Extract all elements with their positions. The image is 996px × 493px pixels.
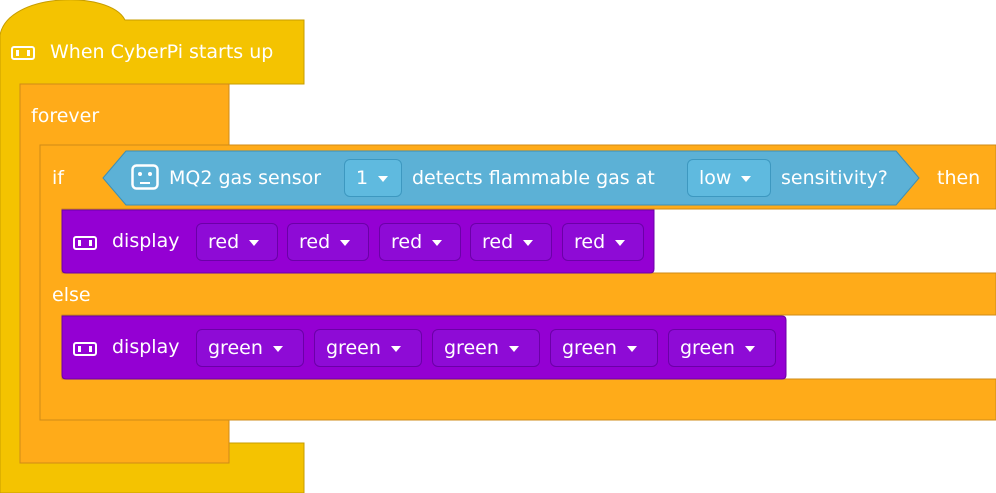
cyberpi-led-icon	[73, 235, 97, 250]
cyberpi-led-icon	[73, 341, 97, 356]
cyberpi-led-icon	[11, 45, 35, 60]
dropdown-arrow-icon	[272, 346, 283, 352]
port-value: 1	[356, 167, 369, 189]
red-dropdown-3[interactable]: red	[379, 223, 461, 261]
green-dropdown-1[interactable]: green	[196, 329, 304, 367]
green-dropdown-3[interactable]: green	[432, 329, 540, 367]
display-green-label: display	[112, 336, 180, 358]
dropdown-arrow-icon	[390, 346, 401, 352]
hat-label: When CyberPi starts up	[50, 41, 274, 63]
display-red-label: display	[112, 230, 180, 252]
red-dropdown-4[interactable]: red	[470, 223, 552, 261]
condition-prefix: MQ2 gas sensor	[169, 167, 322, 189]
else-label: else	[52, 284, 91, 306]
forever-label: forever	[31, 105, 100, 127]
if-label: if	[52, 167, 64, 189]
dropdown-arrow-icon	[508, 346, 519, 352]
dropdown-arrow-icon	[626, 346, 637, 352]
dropdown-arrow-icon	[615, 240, 626, 246]
red-dropdown-2[interactable]: red	[287, 223, 369, 261]
green-dropdown-5[interactable]: green	[668, 329, 776, 367]
green-dropdown-2[interactable]: green	[314, 329, 422, 367]
dropdown-arrow-icon	[378, 176, 389, 182]
red-dropdown-5[interactable]: red	[562, 223, 644, 261]
dropdown-arrow-icon	[340, 240, 351, 246]
red-dropdown-1[interactable]: red	[196, 223, 278, 261]
sensitivity-dropdown[interactable]: low	[687, 159, 771, 197]
port-dropdown[interactable]: 1	[344, 159, 402, 197]
condition-middle: detects flammable gas at	[412, 167, 655, 189]
condition-suffix: sensitivity?	[781, 167, 888, 189]
sensitivity-value: low	[699, 167, 732, 189]
dropdown-arrow-icon	[432, 240, 443, 246]
green-dropdown-4[interactable]: green	[550, 329, 658, 367]
dropdown-arrow-icon	[249, 240, 260, 246]
dropdown-arrow-icon	[741, 176, 752, 182]
dropdown-arrow-icon	[523, 240, 534, 246]
cyberpi-board-icon	[131, 164, 159, 190]
then-label: then	[937, 167, 981, 189]
dropdown-arrow-icon	[744, 346, 755, 352]
